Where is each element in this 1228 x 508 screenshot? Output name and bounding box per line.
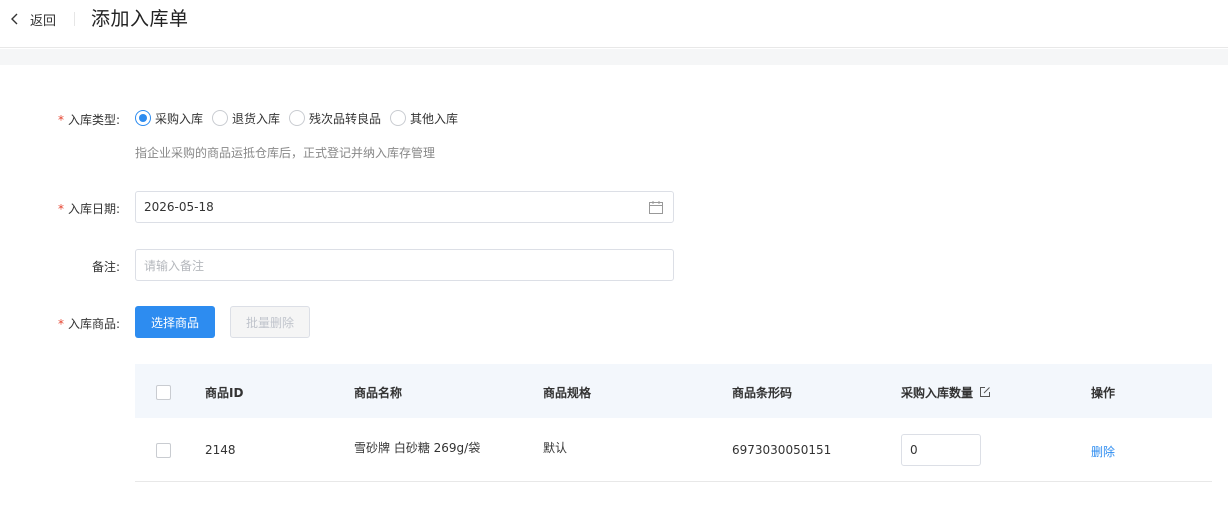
date-label: * 入库日期: bbox=[57, 202, 120, 216]
radio-label: 其他入库 bbox=[410, 111, 459, 126]
radio-circle bbox=[289, 110, 306, 126]
radio-label: 退货入库 bbox=[232, 111, 281, 126]
remark-label: 备注: bbox=[91, 260, 120, 274]
header-barcode: 商品条形码 bbox=[732, 386, 793, 400]
calendar-icon bbox=[649, 201, 663, 214]
radio-purchase-in[interactable]: 采购入库 bbox=[135, 110, 203, 127]
remark-placeholder: 请输入备注 bbox=[144, 258, 205, 273]
required-mark: * bbox=[57, 317, 64, 331]
radio-label: 采购入库 bbox=[155, 111, 204, 126]
page-title: 添加入库单 bbox=[91, 8, 189, 30]
remark-input[interactable]: 请输入备注 bbox=[135, 249, 674, 281]
table-header: 商品ID 商品名称 商品规格 商品条形码 采购入库数量 操作 bbox=[135, 364, 1212, 418]
back-button[interactable]: 返回 bbox=[10, 10, 57, 29]
chevron-left-icon bbox=[11, 13, 18, 25]
date-picker-input[interactable]: 2026-05-18 bbox=[135, 191, 674, 223]
back-label: 返回 bbox=[30, 13, 57, 29]
header-ops: 操作 bbox=[1091, 386, 1116, 400]
required-mark: * bbox=[57, 202, 64, 216]
header-name: 商品名称 bbox=[354, 386, 403, 400]
table-row: 2148 雪砂牌 白砂糖 269g/袋 默认 6973030050151 0 删… bbox=[135, 418, 1212, 482]
radio-return-in[interactable]: 退货入库 bbox=[212, 110, 280, 127]
batch-delete-button[interactable]: 批量删除 bbox=[230, 306, 310, 338]
radio-circle bbox=[212, 110, 229, 126]
date-value: 2026-05-18 bbox=[144, 200, 214, 214]
row-checkbox[interactable] bbox=[156, 443, 171, 458]
header-divider bbox=[74, 12, 75, 26]
header-qty: 采购入库数量 bbox=[901, 384, 991, 401]
cell-barcode: 6973030050151 bbox=[732, 443, 832, 457]
radio-other-in[interactable]: 其他入库 bbox=[390, 110, 458, 127]
qty-input[interactable]: 0 bbox=[901, 434, 981, 466]
type-hint: 指企业采购的商品运抵仓库后，正式登记并纳入库存管理 bbox=[135, 146, 436, 160]
select-goods-button[interactable]: 选择商品 bbox=[135, 306, 215, 338]
cell-spec: 默认 bbox=[543, 441, 568, 455]
radio-circle bbox=[390, 110, 407, 126]
radio-circle bbox=[135, 110, 151, 126]
header-id: 商品ID bbox=[205, 386, 244, 400]
type-label: * 入库类型: bbox=[57, 113, 120, 127]
cell-id: 2148 bbox=[205, 443, 236, 457]
cell-name: 雪砂牌 白砂糖 269g/袋 bbox=[354, 441, 481, 455]
radio-label: 残次品转良品 bbox=[309, 111, 382, 126]
select-all-checkbox[interactable] bbox=[156, 385, 171, 400]
section-separator bbox=[0, 49, 1228, 65]
required-mark: * bbox=[57, 113, 64, 127]
page-header: 返回 添加入库单 bbox=[0, 0, 1228, 48]
header-spec: 商品规格 bbox=[543, 386, 592, 400]
type-radio-group: 采购入库 退货入库 残次品转良品 其他入库 bbox=[135, 109, 467, 127]
radio-defective-to-good[interactable]: 残次品转良品 bbox=[289, 110, 381, 127]
delete-row-link[interactable]: 删除 bbox=[1091, 443, 1115, 460]
goods-label: * 入库商品: bbox=[57, 317, 120, 331]
edit-icon[interactable] bbox=[979, 386, 991, 398]
qty-value: 0 bbox=[910, 443, 918, 457]
goods-table: 商品ID 商品名称 商品规格 商品条形码 采购入库数量 操作 2148 雪砂牌 … bbox=[135, 364, 1212, 482]
